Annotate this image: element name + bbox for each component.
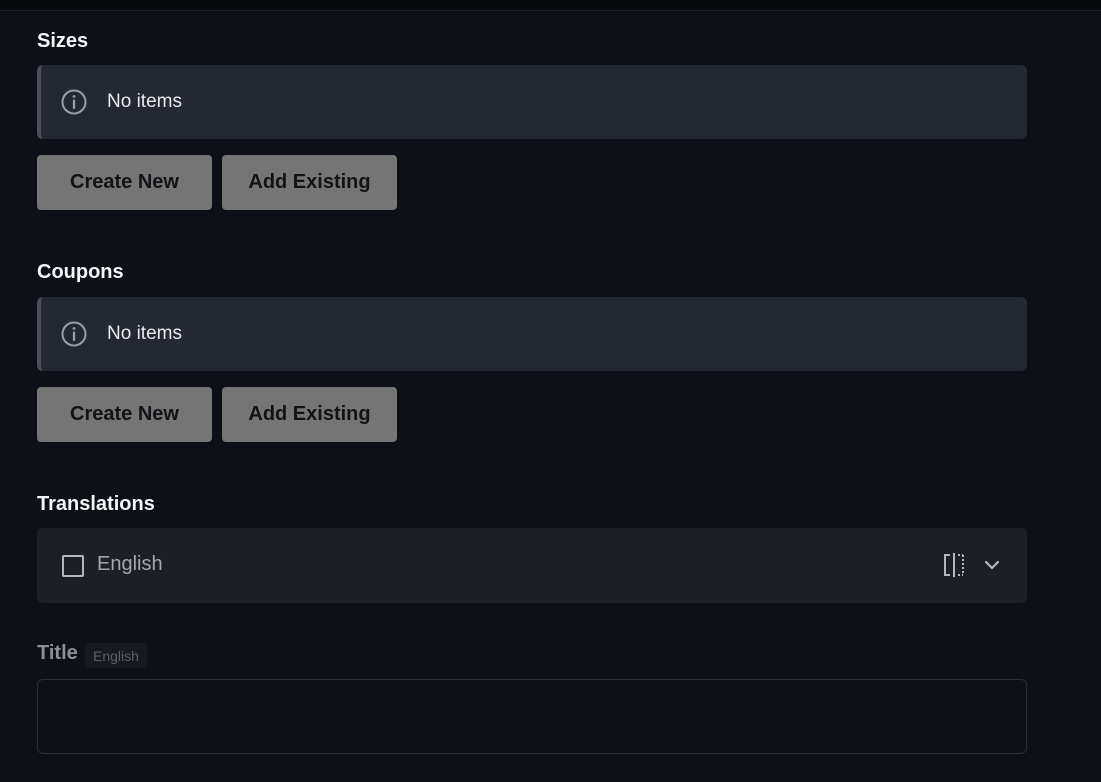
coupons-create-new-button[interactable]: Create New — [37, 387, 212, 442]
language-badge: English — [85, 643, 147, 668]
top-bar — [0, 0, 1101, 11]
coupons-add-existing-button[interactable]: Add Existing — [222, 387, 397, 442]
title-field-label: Title — [37, 642, 78, 664]
translation-row-english[interactable]: English — [37, 528, 1027, 603]
language-label: English — [97, 553, 163, 575]
sizes-empty-text: No items — [107, 91, 182, 112]
sizes-create-new-button[interactable]: Create New — [37, 155, 212, 210]
translations-section-title: Translations — [37, 493, 155, 515]
sizes-actions: Create New Add Existing — [37, 155, 437, 210]
coupons-actions: Create New Add Existing — [37, 387, 437, 442]
language-checkbox[interactable] — [62, 555, 84, 577]
info-icon — [61, 321, 87, 347]
sizes-empty-notice: No items — [37, 65, 1027, 139]
coupons-empty-notice: No items — [37, 297, 1027, 371]
title-input[interactable] — [37, 679, 1027, 754]
sizes-add-existing-button[interactable]: Add Existing — [222, 155, 397, 210]
coupons-empty-text: No items — [107, 323, 182, 344]
coupons-section-title: Coupons — [37, 261, 124, 283]
chevron-down-icon[interactable] — [981, 554, 1003, 576]
info-icon — [61, 89, 87, 115]
sizes-section-title: Sizes — [37, 30, 89, 52]
split-view-icon[interactable] — [942, 552, 968, 578]
